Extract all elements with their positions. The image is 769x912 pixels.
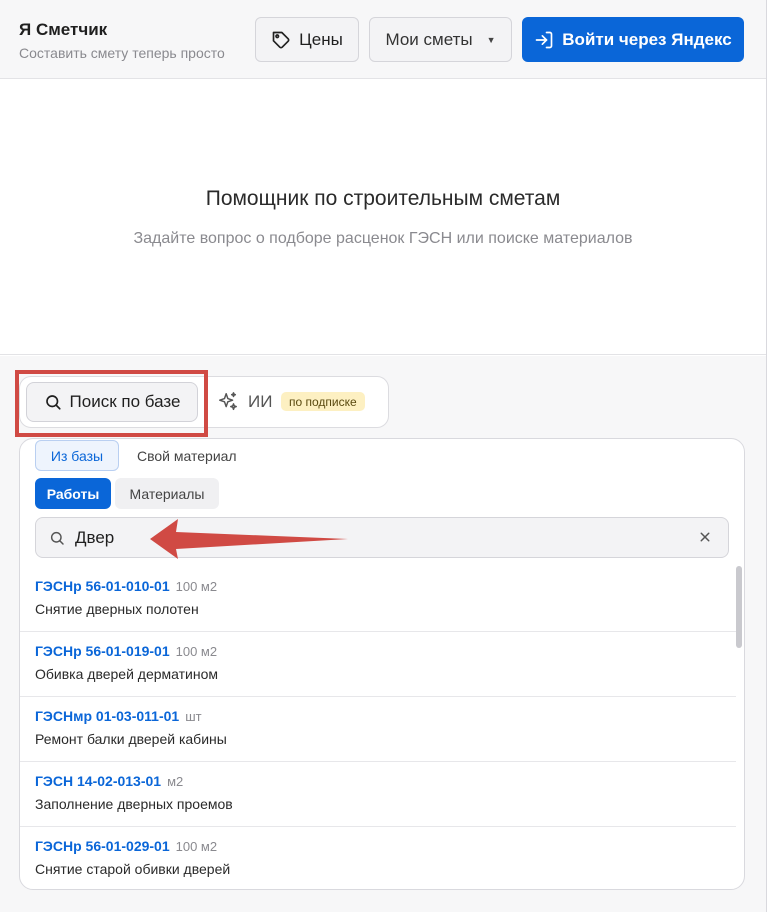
results-list: ГЭСНр 56-01-010-01 100 м2 Снятие дверных … (20, 567, 736, 889)
close-icon[interactable] (696, 528, 714, 546)
tag-icon (271, 30, 291, 50)
tab-materials[interactable]: Материалы (115, 478, 219, 509)
result-code: ГЭСНмр 01-03-011-01 шт (35, 708, 202, 724)
assistant-subtitle: Задайте вопрос о подборе расценок ГЭСН и… (133, 230, 633, 247)
result-name: Снятие дверных полотен (35, 601, 199, 617)
result-code: ГЭСН 14-02-013-01 м2 (35, 773, 184, 789)
login-icon (534, 30, 554, 50)
search-field[interactable] (35, 517, 729, 558)
tab-own-material[interactable]: Свой материал (137, 440, 237, 471)
my-estimates-label: Мои сметы (385, 29, 473, 49)
caret-down-icon: ▼ (486, 34, 496, 45)
result-item[interactable]: ГЭСНр 56-01-019-01 100 м2 Обивка дверей д… (20, 632, 736, 697)
result-unit: шт (185, 709, 202, 724)
result-unit: м2 (167, 774, 184, 789)
result-code: ГЭСНр 56-01-029-01 100 м2 (35, 838, 218, 854)
mode-ai-label: ИИ (248, 392, 273, 411)
result-name: Обивка дверей дерматином (35, 666, 219, 682)
app-header: Я Сметчик Составить смету теперь просто … (0, 0, 766, 79)
tab-works[interactable]: Работы (35, 478, 111, 509)
brand-subtitle: Составить смету теперь просто (19, 45, 225, 61)
brand-title: Я Сметчик (19, 20, 108, 39)
result-item[interactable]: ГЭСНр 56-01-010-01 100 м2 Снятие дверных … (20, 567, 736, 632)
result-name: Заполнение дверных проемов (35, 796, 233, 812)
my-estimates-dropdown[interactable]: Мои сметы ▼ (369, 17, 512, 62)
prices-button[interactable]: Цены (255, 17, 359, 62)
pointer-arrow (150, 519, 348, 559)
mode-ai-button[interactable]: ИИ (217, 388, 272, 416)
search-panel: Из базы Свой материал Работы Материалы Г… (19, 438, 745, 890)
search-icon (49, 530, 65, 546)
result-name: Ремонт балки дверей кабины (35, 731, 227, 747)
login-yandex-button[interactable]: Войти через Яндекс (522, 17, 744, 62)
result-unit: 100 м2 (175, 644, 218, 659)
divider (766, 0, 767, 912)
result-unit: 100 м2 (175, 579, 218, 594)
sparkles-icon (217, 391, 239, 413)
assistant-intro: Помощник по строительным сметам Задайте … (0, 80, 766, 355)
mode-search-label: Поиск по базе (69, 392, 181, 411)
search-icon (44, 393, 62, 411)
result-item[interactable]: ГЭСНр 56-01-029-01 100 м2 Снятие старой о… (20, 827, 736, 889)
result-item[interactable]: ГЭСНмр 01-03-011-01 шт Ремонт балки двере… (20, 697, 736, 762)
result-code: ГЭСНр 56-01-010-01 100 м2 (35, 578, 218, 594)
prices-label: Цены (299, 29, 343, 49)
mode-search-button[interactable]: Поиск по базе (26, 382, 198, 422)
results-scrollbar[interactable] (736, 566, 742, 648)
assistant-title: Помощник по строительным сметам (205, 187, 561, 210)
result-item[interactable]: ГЭСН 14-02-013-01 м2 Заполнение дверных п… (20, 762, 736, 827)
login-label: Войти через Яндекс (562, 29, 732, 49)
tab-from-database[interactable]: Из базы (35, 440, 119, 471)
result-code: ГЭСНр 56-01-019-01 100 м2 (35, 643, 218, 659)
result-name: Снятие старой обивки дверей (35, 861, 231, 877)
result-unit: 100 м2 (175, 839, 218, 854)
subscription-badge: по подписке (281, 392, 365, 411)
